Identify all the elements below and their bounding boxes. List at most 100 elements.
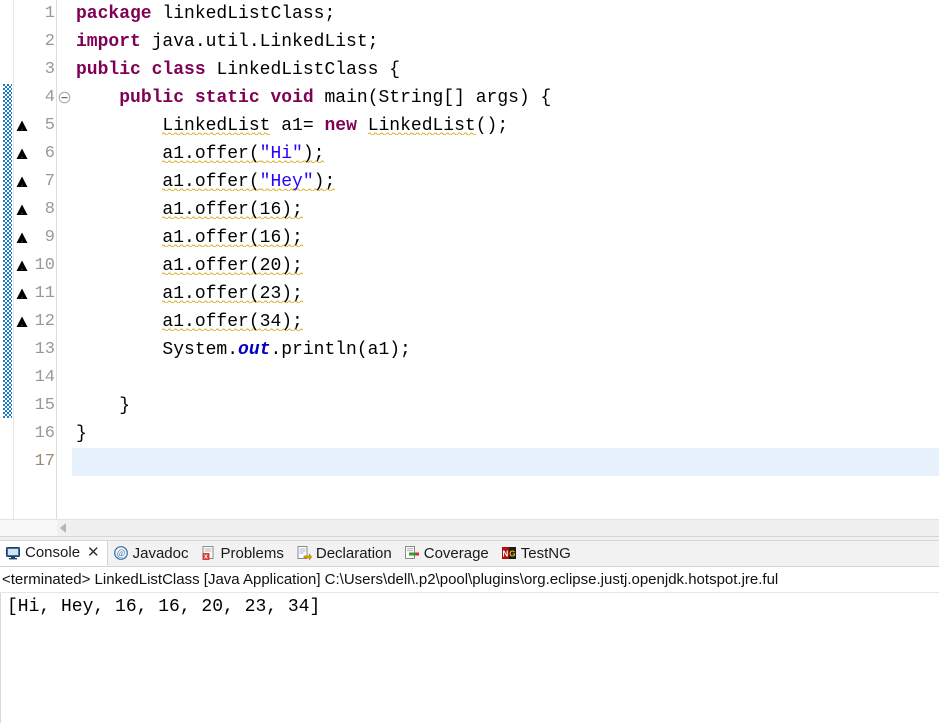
line-number-ruler: 1 2 3 4 5 6 7 8 9 10 11 12 13 14 15 16 17	[30, 0, 57, 519]
annotation-ruler[interactable]	[0, 0, 14, 519]
editor-body: 1 2 3 4 5 6 7 8 9 10 11 12 13 14 15 16 17 package linked…	[0, 0, 939, 519]
testng-icon: NG	[501, 545, 517, 561]
warning-icon[interactable]	[15, 119, 29, 133]
tab-label: Console	[25, 544, 81, 561]
code-line[interactable]	[72, 448, 939, 476]
code-token: .println(a1);	[270, 340, 411, 360]
warning-icon[interactable]	[15, 259, 29, 273]
console-icon	[5, 545, 21, 561]
warning-icon[interactable]	[15, 203, 29, 217]
code-line[interactable]: a1.offer("Hey");	[72, 168, 939, 196]
code-token: void	[270, 88, 314, 108]
warning-icon[interactable]	[15, 287, 29, 301]
line-number: 4	[44, 88, 55, 107]
code-token: class	[151, 60, 206, 80]
code-line[interactable]: a1.offer(20);	[72, 252, 939, 280]
code-line[interactable]: }	[72, 392, 939, 420]
code-token-warning: LinkedList	[367, 116, 476, 136]
code-token: a1=	[270, 116, 325, 136]
code-line[interactable]: a1.offer("Hi");	[72, 140, 939, 168]
code-token-warning: );	[313, 172, 336, 192]
code-token: }	[76, 424, 87, 444]
tab-label: Coverage	[423, 544, 489, 562]
line-number: 7	[44, 172, 55, 191]
eclipse-workbench: 1 2 3 4 5 6 7 8 9 10 11 12 13 14 15 16 17 package linked…	[0, 0, 939, 723]
code-token: java.util.LinkedList;	[140, 32, 379, 52]
code-text-area[interactable]: package linkedListClass; import java.util…	[72, 0, 939, 519]
editor-horizontal-scrollbar[interactable]	[0, 519, 939, 536]
java-editor: 1 2 3 4 5 6 7 8 9 10 11 12 13 14 15 16 17 package linked…	[0, 0, 939, 536]
code-line[interactable]: a1.offer(23);	[72, 280, 939, 308]
code-token: public	[76, 60, 141, 80]
code-token-warning: a1.offer(	[162, 144, 260, 164]
line-number: 10	[34, 256, 55, 275]
code-token: out	[238, 340, 271, 360]
tab-console[interactable]: Console ✕	[0, 541, 108, 566]
code-token: }	[76, 396, 131, 416]
console-output-area[interactable]: [Hi, Hey, 16, 16, 20, 23, 34]	[0, 593, 939, 723]
line-number: 6	[44, 144, 55, 163]
line-number: 1	[44, 4, 55, 23]
tab-label: Javadoc	[132, 544, 189, 562]
coverage-icon	[404, 545, 420, 561]
code-token-warning: "Hey"	[259, 172, 314, 192]
code-line[interactable]: public class LinkedListClass {	[72, 56, 939, 84]
code-line[interactable]: LinkedList a1= new LinkedList();	[72, 112, 939, 140]
code-line[interactable]: public static void main(String[] args) {	[72, 84, 939, 112]
warning-icon[interactable]	[15, 175, 29, 189]
code-token: linkedListClass;	[151, 4, 336, 24]
code-token-warning: a1.offer(16);	[162, 200, 303, 220]
javadoc-icon: @	[113, 545, 129, 561]
warning-icon[interactable]	[15, 231, 29, 245]
svg-text:N: N	[502, 550, 508, 559]
bottom-view-stack: Console ✕ @ Javadoc x Problems Declaration Cove…	[0, 541, 939, 723]
code-line[interactable]: import java.util.LinkedList;	[72, 28, 939, 56]
code-line[interactable]: System.out.println(a1);	[72, 336, 939, 364]
fold-collapse-icon[interactable]	[58, 91, 71, 104]
code-token-warning: "Hi"	[259, 144, 303, 164]
code-line[interactable]: a1.offer(16);	[72, 224, 939, 252]
code-token: package	[76, 4, 152, 24]
marker-ruler[interactable]	[14, 0, 30, 519]
code-token: import	[76, 32, 141, 52]
diff-change-marker	[3, 84, 12, 418]
line-number: 3	[44, 60, 55, 79]
line-number: 15	[34, 396, 55, 415]
warning-icon[interactable]	[15, 315, 29, 329]
tab-testng[interactable]: N G TestNG	[496, 541, 578, 566]
line-number: 13	[34, 340, 55, 359]
line-number: 16	[34, 424, 55, 443]
code-line[interactable]: a1.offer(34);	[72, 308, 939, 336]
code-line[interactable]: }	[72, 420, 939, 448]
line-number: 9	[44, 228, 55, 247]
tab-declaration[interactable]: Declaration	[291, 541, 399, 566]
tab-label: TestNG	[520, 544, 571, 562]
tab-problems[interactable]: x Problems	[196, 541, 291, 566]
line-number: 5	[44, 116, 55, 135]
console-output-line: [Hi, Hey, 16, 16, 20, 23, 34]	[7, 597, 321, 617]
console-launch-configuration-label: <terminated> LinkedListClass [Java Appli…	[0, 567, 939, 593]
triangle-left-icon[interactable]	[60, 522, 66, 533]
warning-icon[interactable]	[15, 147, 29, 161]
code-line[interactable]: package linkedListClass;	[72, 0, 939, 28]
folding-ruler[interactable]	[57, 0, 72, 519]
scrollbar-track[interactable]	[57, 519, 939, 536]
line-number: 14	[34, 368, 55, 387]
close-icon[interactable]: ✕	[87, 545, 100, 560]
tab-label: Problems	[220, 544, 284, 562]
code-line[interactable]: a1.offer(16);	[72, 196, 939, 224]
tab-coverage[interactable]: Coverage	[399, 541, 496, 566]
tab-javadoc[interactable]: @ Javadoc	[108, 541, 196, 566]
code-token: new	[324, 116, 357, 136]
line-number: 8	[44, 200, 55, 219]
code-line[interactable]	[72, 364, 939, 392]
